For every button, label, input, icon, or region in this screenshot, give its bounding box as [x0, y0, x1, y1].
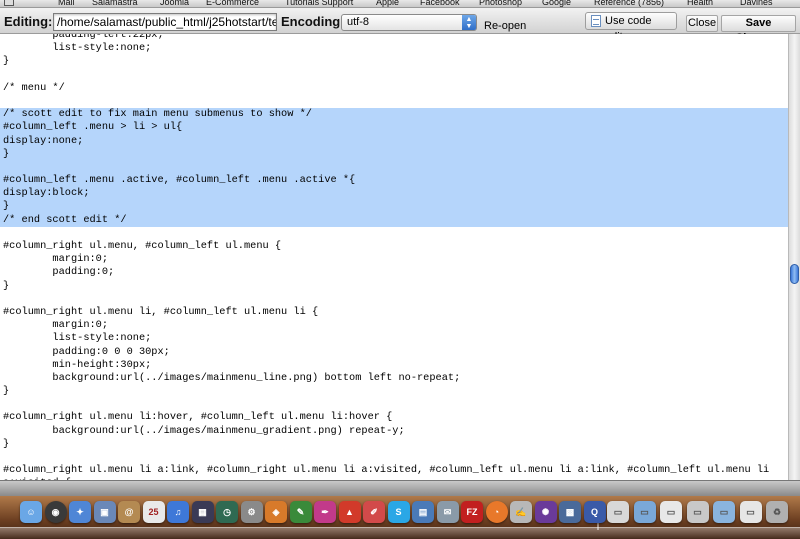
bookmarks-bar: Mail Salamastra Joomla E-Commerce Tutorials …: [0, 0, 800, 8]
bookmark-item[interactable]: Davines: [740, 0, 773, 7]
bookmark-item[interactable]: Health: [687, 0, 713, 7]
code-line: #column_left .menu > li > ul{: [0, 121, 788, 135]
mail-icon[interactable]: ✉: [436, 501, 459, 523]
bookmark-item[interactable]: Apple: [376, 0, 399, 7]
photo-booth-icon[interactable]: ▣: [93, 501, 116, 523]
save-changes-button[interactable]: Save Changes: [721, 15, 796, 44]
trash-icon[interactable]: ♻: [766, 501, 788, 523]
iphoto-icon[interactable]: ▩: [559, 501, 581, 523]
address-book-icon[interactable]: @: [118, 501, 140, 523]
code-line: padding:0 0 0 30px;: [3, 345, 170, 358]
skype-icon[interactable]: S: [387, 501, 410, 523]
safari-icon[interactable]: ✦: [69, 501, 91, 523]
bookmark-item[interactable]: Photoshop: [479, 0, 522, 7]
dreamweaver-icon[interactable]: ✎: [289, 501, 312, 523]
close-button[interactable]: Close: [686, 15, 718, 32]
finder-icon[interactable]: ☺: [20, 501, 42, 523]
reopen-button[interactable]: Re-open: [484, 20, 526, 32]
ical-icon[interactable]: 25: [142, 501, 165, 523]
dashboard-icon[interactable]: ◉: [44, 501, 67, 523]
document-icon: [591, 15, 601, 27]
code-line: #column_right ul.menu, #column_left ul.m…: [3, 240, 282, 252]
code-line: margin:0;: [3, 319, 109, 332]
file-path-field[interactable]: /home/salamast/public_html/j25hotstart/t…: [53, 13, 277, 31]
code-line: min-height:30px;: [3, 358, 152, 371]
code-line: display:none;: [0, 134, 788, 148]
select-arrows-icon: ▲ ▼: [462, 15, 476, 30]
code-line: }: [3, 385, 10, 398]
image-stack-icon[interactable]: ▭: [739, 501, 762, 523]
app-icon-purple[interactable]: ✺: [534, 501, 557, 523]
stack-icon[interactable]: ▭: [607, 501, 629, 523]
scrollbar-thumb[interactable]: [790, 264, 799, 284]
code-line: #column_right ul.menu li:hover, #column_…: [3, 411, 393, 424]
code-editor-textarea[interactable]: padding-left:22px; list-style:none;} /* m…: [0, 34, 788, 480]
photoshop-icon[interactable]: ◈: [265, 501, 287, 523]
illustrator-icon[interactable]: ✒: [314, 501, 336, 523]
code-line: padding:0;: [3, 266, 115, 279]
dock: ☺ ◉ ✦ ▣ @25 ♫ ▦ ◷ ⚙ ◈ ✎ ✒ ▲ ✐ S ▤ ✉ FZ ◔ ✍ ✺ ▩ Q ▭ ▭ ▭ ▭ ▭ ▭ ♻: [0, 496, 800, 539]
bookmark-item[interactable]: Tutorials Support: [285, 0, 353, 7]
bookmark-item[interactable]: Mail: [58, 0, 75, 7]
encoding-value: utf-8: [347, 16, 370, 28]
spaces-icon[interactable]: ▦: [191, 501, 214, 523]
system-preferences-icon[interactable]: ⚙: [240, 501, 263, 523]
code-line: background:url(../images/mainmenu_line.p…: [3, 371, 461, 384]
bookmark-item[interactable]: Joomla: [160, 0, 189, 7]
time-machine-icon[interactable]: ◷: [216, 501, 238, 523]
downloads-folder-icon[interactable]: ▭: [633, 501, 656, 523]
code-line: #column_right ul.menu li, #column_left u…: [3, 305, 319, 318]
code-line: }: [3, 279, 10, 292]
encoding-label: Encoding:: [281, 14, 345, 29]
code-line: padding-left:22px;: [3, 34, 164, 41]
code-line: /* end scott edit */: [0, 213, 788, 227]
folder-icon[interactable]: ▭: [713, 501, 735, 523]
document-stack-icon[interactable]: ▭: [660, 501, 682, 523]
filezilla-icon[interactable]: FZ: [461, 501, 483, 523]
code-line: #column_right ul.menu li a:link, #column…: [3, 464, 770, 477]
bookmark-item[interactable]: Reference (7856): [594, 0, 664, 7]
editor-toolbar: Editing: /home/salamast/public_html/j25h…: [0, 8, 800, 44]
quicktime-icon[interactable]: Q: [583, 501, 606, 523]
bookmark-item[interactable]: Google: [542, 0, 571, 7]
code-line: display:block;: [0, 187, 788, 201]
code-line: background:url(../images/mainmenu_gradie…: [3, 424, 405, 437]
code-line: /* scott edit to fix main menu submenus …: [0, 108, 788, 122]
screenshot-stack-icon[interactable]: ▭: [686, 501, 709, 523]
code-line: list-style:none;: [3, 332, 152, 345]
code-line: /* menu */: [3, 81, 65, 94]
code-line: }: [3, 55, 10, 68]
acrobat-icon[interactable]: ▲: [338, 501, 361, 523]
bookmarks-icon[interactable]: [4, 0, 14, 6]
preview-icon[interactable]: ▤: [412, 501, 434, 523]
code-line: [0, 160, 788, 175]
bookmark-item[interactable]: Salamastra: [92, 0, 138, 7]
code-line: #column_left .menu .active, #column_left…: [0, 174, 788, 188]
code-line: }: [0, 147, 788, 161]
editing-label: Editing:: [4, 14, 53, 29]
code-line: }: [3, 437, 10, 450]
vertical-scrollbar[interactable]: [788, 34, 800, 480]
use-code-editor-button[interactable]: Use code editor: [585, 12, 677, 43]
window-bottom-edge: [0, 480, 800, 496]
bookmark-item[interactable]: E-Commerce: [206, 0, 259, 7]
dock-shelf: [0, 527, 800, 539]
text-edit-icon[interactable]: ✐: [363, 501, 385, 523]
code-line: list-style:none;: [3, 42, 152, 55]
firefox-icon[interactable]: ◔: [485, 501, 508, 523]
code-line: margin:0;: [3, 253, 109, 266]
script-editor-icon[interactable]: ✍: [510, 501, 532, 523]
code-line: }: [0, 200, 788, 214]
bookmark-item[interactable]: Facebook: [420, 0, 460, 7]
encoding-select[interactable]: utf-8 ▲ ▼: [341, 14, 477, 31]
itunes-icon[interactable]: ♫: [167, 501, 189, 523]
